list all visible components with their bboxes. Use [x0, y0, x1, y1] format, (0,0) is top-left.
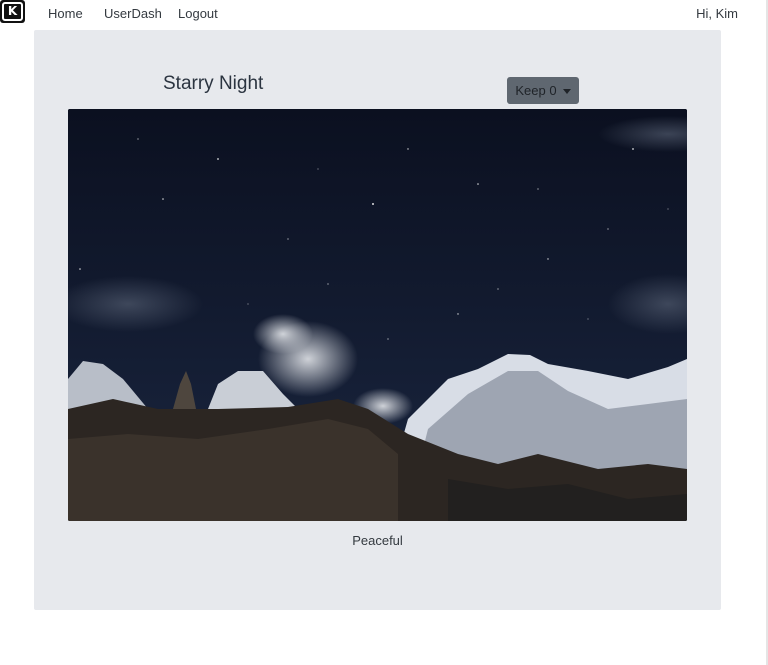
user-greeting: Hi, Kim [696, 6, 738, 21]
keep-dropdown-button[interactable]: Keep 0 [507, 77, 579, 104]
nav-home-link[interactable]: Home [48, 6, 83, 21]
post-card: Starry Night Keep 0 Peaceful [34, 30, 721, 610]
caret-down-icon [562, 89, 571, 95]
post-image [68, 109, 687, 521]
post-title: Starry Night [163, 73, 264, 94]
navbar: K Home UserDash Logout Hi, Kim [0, 0, 768, 28]
logo-k-icon[interactable]: K [0, 0, 25, 23]
post-caption: Peaceful [352, 533, 403, 548]
starry-mountain-photo [68, 109, 687, 521]
nav-logout-link[interactable]: Logout [178, 6, 218, 21]
keep-button-label: Keep 0 [515, 83, 557, 98]
logo-letter: K [2, 2, 23, 21]
nav-userdash-link[interactable]: UserDash [104, 6, 162, 21]
